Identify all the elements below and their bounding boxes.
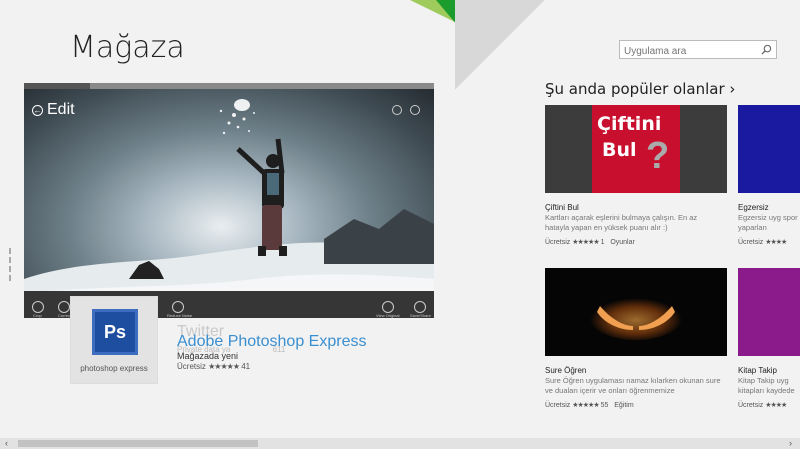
app-tile-label: photoshop express	[80, 364, 148, 373]
app-card-image	[738, 105, 800, 193]
app-card[interactable]: Çiftini Bul ? Çiftini Bul Kartları açara…	[545, 105, 727, 250]
featured-app-tile[interactable]: Ps photoshop express	[70, 296, 158, 384]
app-card-meta: Ücretsiz ★★★★	[738, 402, 787, 409]
toolbar-label: View Original	[376, 313, 400, 318]
scroll-right-icon[interactable]: ›	[789, 438, 792, 448]
app-card-desc: Kartları açarak eşlerini bulmaya çalışın…	[545, 213, 698, 232]
app-card-desc: Sure Öğren uygulaması namaz kılarken oku…	[545, 376, 721, 395]
toolbar-label: Save/Share	[410, 313, 431, 318]
app-card[interactable]: Sure Öğren Sure Öğren uygulaması namaz k…	[545, 268, 727, 413]
app-card-title: Çiftini Bul	[545, 203, 579, 212]
chevron-right-icon: ›	[729, 80, 736, 98]
horizontal-scrollbar[interactable]: ‹ ›	[0, 438, 800, 449]
price-label: Ücretsiz	[177, 362, 206, 371]
hero-photo	[24, 89, 434, 318]
redo-icon[interactable]	[410, 105, 420, 115]
app-card-image	[545, 268, 727, 356]
app-card-desc: Egzersiz uyg spor yaparlan	[738, 213, 798, 232]
question-mark-icon: ?	[646, 135, 670, 177]
hero-scene-art	[24, 99, 434, 318]
decor-grey-shape	[455, 0, 545, 90]
featured-app-name[interactable]: Adobe Photoshop Express	[177, 333, 366, 351]
featured-app-meta: Ücretsiz ★★★★★ 41	[177, 362, 250, 371]
app-card-desc: Kitap Takip uyg kitapları kaydede	[738, 376, 795, 395]
app-card-meta: Ücretsiz ★★★★★ 1 Oyunlar	[545, 239, 635, 246]
rating-stars: ★★★★★	[208, 362, 240, 371]
app-card[interactable]: Kitap Takip Kitap Takip uyg kitapları ka…	[738, 268, 800, 413]
app-card-meta: Ücretsiz ★★★★★ 55 Eğitim	[545, 402, 634, 409]
app-card-meta: Ücretsiz ★★★★	[738, 239, 787, 246]
app-card-title: Kitap Takip	[738, 366, 777, 375]
reduce-noise-icon[interactable]	[172, 301, 184, 313]
edit-label: Edit	[47, 101, 75, 118]
app-card-title: Sure Öğren	[545, 366, 587, 375]
app-card-image	[738, 268, 800, 356]
undo-icon[interactable]	[392, 105, 402, 115]
page-indicator	[9, 248, 11, 284]
scroll-left-icon[interactable]: ‹	[5, 438, 8, 448]
correct-icon[interactable]	[58, 301, 70, 313]
search-input[interactable]	[620, 43, 756, 60]
featured-app-subtitle: Mağazada yeni	[177, 351, 239, 361]
back-arrow-icon: ←	[32, 104, 43, 116]
crop-icon[interactable]	[32, 301, 44, 313]
toolbar-label: Reduce Noise	[167, 313, 193, 318]
view-original-icon[interactable]	[382, 301, 394, 313]
app-card-title: Egzersiz	[738, 203, 769, 212]
toolbar-label: Crop	[33, 313, 42, 318]
page-title: Mağaza	[70, 30, 185, 65]
search-box[interactable]	[619, 40, 777, 60]
save-share-icon[interactable]	[414, 301, 426, 313]
popular-section-heading[interactable]: Şu anda popüler olanlar ›	[545, 80, 735, 98]
hero-controls	[392, 105, 420, 115]
edit-back-button[interactable]: ← Edit	[32, 101, 75, 119]
hero-banner[interactable]: ← Edit Crop Correct Reduce Noise View Or…	[24, 83, 434, 318]
app-card-image: Çiftini Bul ?	[545, 105, 727, 193]
photoshop-logo: Ps	[92, 309, 138, 355]
rating-count: 41	[241, 362, 251, 371]
search-icon[interactable]	[761, 44, 772, 55]
app-card[interactable]: Egzersiz Egzersiz uyg spor yaparlan Ücre…	[738, 105, 800, 250]
scrollbar-thumb[interactable]	[18, 440, 258, 447]
praying-hands-icon	[590, 296, 682, 340]
